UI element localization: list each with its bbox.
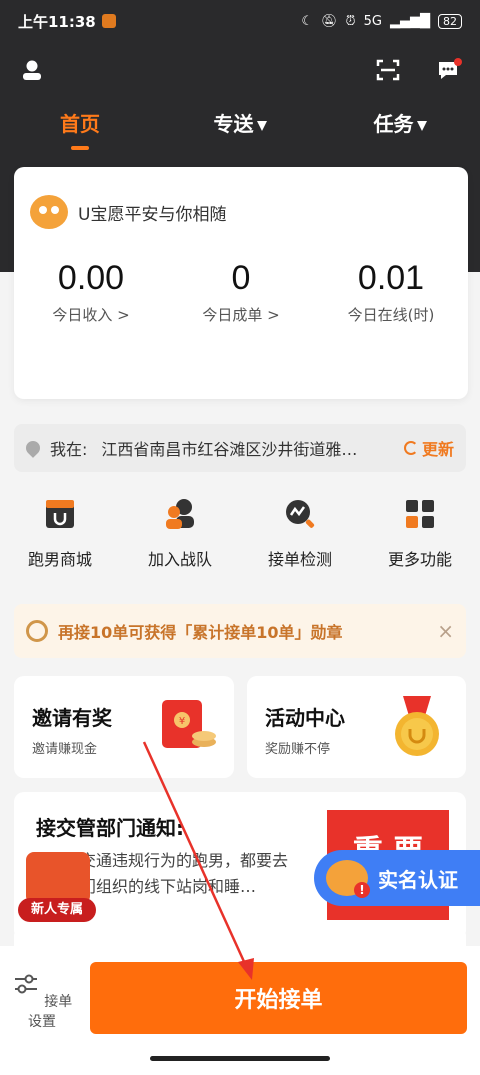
- stat-online: 0.01 今日在线(时): [316, 259, 466, 325]
- status-icons: ☾ 🔕︎ ⏰︎ 5G ▂▄▆█ 82: [301, 13, 462, 29]
- verify-mascot-icon: [326, 860, 370, 898]
- feature-grid: 跑男商城 加入战队 接单检测 更多功能: [0, 492, 480, 582]
- stat-income-value: 0.00: [57, 259, 125, 297]
- top-bar: [0, 50, 480, 94]
- filter-icon: [256, 120, 267, 131]
- refresh-location-button[interactable]: 更新: [403, 436, 454, 460]
- grid-icon: [406, 500, 434, 528]
- promo-activity-subtitle: 奖励赚不停: [265, 742, 331, 757]
- location-bar: 我在: 江西省南昌市红谷滩区沙井街道雅… 更新: [14, 424, 466, 472]
- notice-title: 接交管部门通知:: [36, 816, 184, 840]
- refresh-label: 更新: [421, 440, 454, 459]
- tab-home-label: 首页: [60, 112, 100, 136]
- promo-activity-title: 活动中心: [265, 706, 345, 730]
- mascot-icon: [30, 195, 68, 229]
- close-icon[interactable]: ×: [437, 619, 454, 643]
- home-indicator: [150, 1056, 330, 1061]
- stats-card: U宝愿平安与你相随 0.00 今日收入 > 0 今日成单 > 0.01 今日在线…: [14, 167, 468, 399]
- feature-shop-label: 跑男商城: [27, 550, 92, 569]
- stat-online-label: 今日在线(时): [347, 306, 435, 324]
- bottom-bar: 接单设置 开始接单: [0, 946, 480, 1075]
- feature-check-label: 接单检测: [267, 550, 332, 569]
- profile-icon[interactable]: [14, 52, 50, 88]
- svg-text:¥: ¥: [179, 716, 185, 727]
- stat-income[interactable]: 0.00 今日收入 >: [16, 259, 166, 325]
- refresh-icon: [403, 441, 418, 455]
- team-icon: [166, 499, 194, 529]
- network-label: 5G: [363, 13, 382, 29]
- promo-invite-title: 邀请有奖: [32, 706, 112, 730]
- feature-more-label: 更多功能: [387, 550, 452, 569]
- battery-icon: 82: [438, 13, 462, 29]
- message-icon[interactable]: [432, 52, 468, 88]
- location-address: 江西省南昌市红谷滩区沙井街道雅…: [101, 440, 358, 459]
- feature-shop[interactable]: 跑男商城: [0, 492, 120, 582]
- stat-orders-value: 0: [231, 259, 251, 297]
- feature-check[interactable]: 接单检测: [240, 492, 360, 582]
- check-icon: [286, 500, 315, 528]
- feature-team-label: 加入战队: [147, 550, 212, 569]
- greeting-text: U宝愿平安与你相随: [78, 204, 227, 225]
- newbie-label: 新人专属: [18, 898, 96, 922]
- promo-invite-subtitle: 邀请赚现金: [32, 742, 98, 757]
- signal-icon: ▂▄▆█: [390, 13, 430, 29]
- filter-icon: [416, 120, 427, 131]
- location-pin-icon: [23, 438, 43, 458]
- status-bar: 上午11:38 ☾ 🔕︎ ⏰︎ 5G ▂▄▆█ 82: [0, 0, 480, 42]
- stat-orders[interactable]: 0 今日成单 >: [166, 259, 316, 325]
- app-notification-icon: [101, 14, 116, 28]
- promo-activity[interactable]: 活动中心 奖励赚不停: [247, 676, 466, 778]
- greeting: U宝愿平安与你相随: [30, 195, 226, 229]
- next-card-peek: [14, 926, 466, 946]
- tab-exclusive[interactable]: 专送: [160, 108, 320, 156]
- alarm-icon: ⏰︎: [345, 13, 356, 29]
- sliders-icon: [14, 974, 37, 994]
- gift-box-icon: [26, 852, 90, 904]
- tab-tasks[interactable]: 任务: [320, 108, 480, 156]
- settings-label: 接单设置: [28, 994, 73, 1030]
- status-time: 上午11:38: [18, 12, 96, 31]
- feature-more[interactable]: 更多功能: [360, 492, 480, 582]
- shop-icon: [46, 500, 74, 528]
- tab-exclusive-label: 专送: [213, 112, 254, 136]
- scan-icon[interactable]: [370, 52, 406, 88]
- medal-award-icon: [395, 696, 439, 756]
- promo-invite[interactable]: 邀请有奖 邀请赚现金 ¥: [14, 676, 234, 778]
- moon-icon: ☾: [301, 13, 313, 29]
- verify-label: 实名认证: [378, 867, 458, 892]
- stat-orders-label: 今日成单 >: [202, 306, 280, 324]
- start-label: 开始接单: [234, 988, 323, 1013]
- badge-progress-banner[interactable]: 再接10单可获得「累计接单10单」勋章 ×: [14, 604, 466, 658]
- tab-tasks-label: 任务: [373, 112, 414, 136]
- feature-team[interactable]: 加入战队: [120, 492, 240, 582]
- start-orders-button[interactable]: 开始接单: [90, 962, 467, 1034]
- tab-home[interactable]: 首页: [0, 108, 160, 156]
- medal-icon: [26, 620, 48, 642]
- red-envelope-icon: ¥: [162, 700, 216, 748]
- location-prefix: 我在:: [50, 440, 88, 459]
- stat-income-label: 今日收入 >: [52, 306, 130, 324]
- stat-online-value: 0.01: [357, 259, 425, 297]
- mute-icon: 🔕︎: [320, 13, 338, 29]
- badge-banner-text: 再接10单可获得「累计接单10单」勋章: [58, 623, 343, 642]
- main-tabs: 首页 专送 任务: [0, 108, 480, 156]
- newbie-gift-button[interactable]: 新人专属: [18, 852, 96, 922]
- real-name-verify-button[interactable]: 实名认证: [314, 850, 480, 906]
- order-settings-button[interactable]: 接单设置: [8, 970, 76, 1031]
